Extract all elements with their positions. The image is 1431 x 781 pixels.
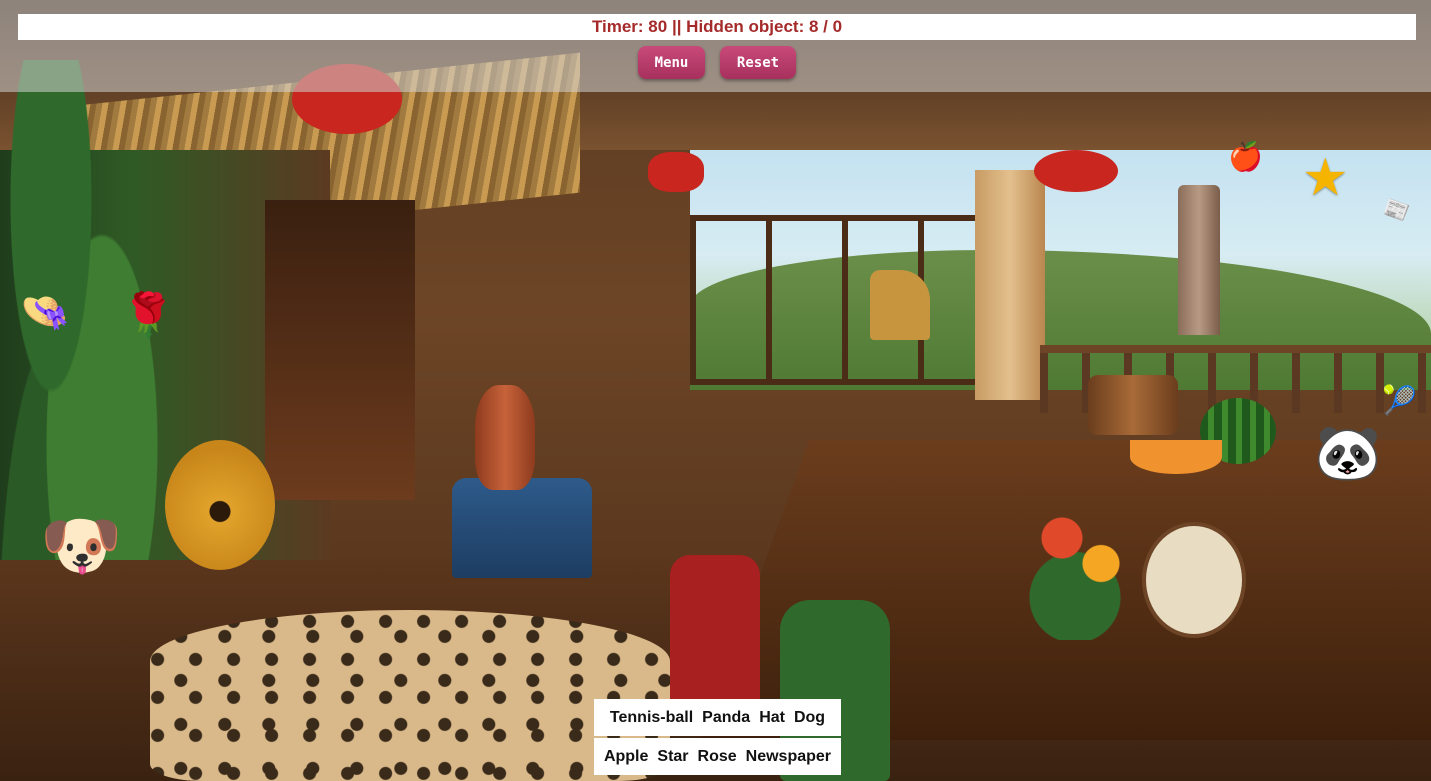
word-item: Dog bbox=[793, 708, 826, 726]
hanging-lamp bbox=[648, 152, 704, 192]
status-bar: Timer: 80 || Hidden object: 8 / 0 bbox=[18, 14, 1416, 40]
treasure-chest bbox=[452, 478, 592, 578]
word-list-row-2: Apple Star Rose Newspaper bbox=[594, 738, 841, 775]
red-chair bbox=[670, 555, 760, 705]
tennis-ball-icon[interactable]: 🎾 bbox=[1382, 386, 1417, 416]
apple-icon[interactable]: 🍎 bbox=[1228, 142, 1263, 172]
word-item: Star bbox=[657, 747, 689, 765]
rose-icon[interactable]: 🌹 bbox=[122, 294, 174, 336]
doorway bbox=[265, 200, 415, 500]
hanging-lamp bbox=[1034, 150, 1118, 192]
curtain bbox=[975, 170, 1045, 400]
menu-button[interactable]: Menu bbox=[638, 46, 705, 79]
hat-icon[interactable]: 👒 bbox=[20, 292, 70, 332]
word-item: Rose bbox=[697, 747, 737, 765]
word-item: Apple bbox=[603, 747, 649, 765]
leopard-rug bbox=[150, 610, 670, 781]
giraffe-figure bbox=[870, 270, 930, 340]
reset-button[interactable]: Reset bbox=[720, 46, 796, 79]
barrel bbox=[1088, 375, 1178, 435]
star-icon[interactable]: ★ bbox=[1302, 150, 1349, 206]
word-item: Panda bbox=[702, 708, 751, 726]
cantaloupe-slice bbox=[1130, 440, 1222, 474]
flower-bouquet bbox=[1010, 470, 1140, 640]
game-scene bbox=[0, 0, 1431, 781]
clay-vase bbox=[475, 385, 535, 490]
word-item: Newspaper bbox=[745, 747, 832, 765]
word-item: Hat bbox=[759, 708, 785, 726]
water-tower bbox=[1178, 185, 1220, 335]
word-item: Tennis-ball bbox=[609, 708, 694, 726]
window-frame bbox=[690, 215, 990, 385]
hand-drum bbox=[1142, 522, 1246, 638]
word-list-row-1: Tennis-ball Panda Hat Dog bbox=[594, 699, 841, 736]
guitar bbox=[165, 440, 275, 570]
dog-icon[interactable]: 🐶 bbox=[40, 510, 122, 580]
panda-icon[interactable]: 🐼 bbox=[1314, 424, 1381, 482]
